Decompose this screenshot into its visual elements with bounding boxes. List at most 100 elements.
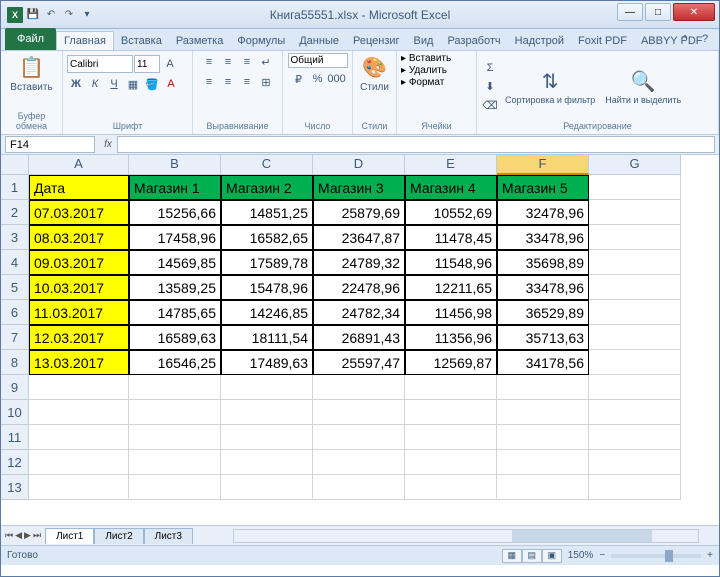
cell[interactable]: 15256,66 xyxy=(129,200,221,225)
cell[interactable] xyxy=(313,450,405,475)
tab-formulas[interactable]: Формулы xyxy=(230,32,292,50)
cell[interactable]: 16546,25 xyxy=(129,350,221,375)
sheet-prev-icon[interactable]: ◀ xyxy=(15,530,22,541)
find-select-button[interactable]: 🔍 Найти и выделить xyxy=(601,67,685,107)
comma-icon[interactable]: 000 xyxy=(328,70,346,88)
formula-input[interactable] xyxy=(117,136,715,153)
bold-button[interactable]: Ж xyxy=(67,75,85,93)
tab-developer[interactable]: Разработч xyxy=(440,32,507,50)
cell[interactable] xyxy=(589,375,681,400)
align-bottom-icon[interactable]: ≡ xyxy=(238,53,256,71)
worksheet-grid[interactable]: A B C D E F G 1ДатаМагазин 1Магазин 2Маг… xyxy=(1,155,719,525)
cell[interactable] xyxy=(497,475,589,500)
cell[interactable] xyxy=(405,475,497,500)
file-tab[interactable]: Файл xyxy=(5,28,56,50)
qat-dropdown-icon[interactable]: ▾ xyxy=(79,7,95,23)
align-top-icon[interactable]: ≡ xyxy=(200,53,218,71)
zoom-slider[interactable] xyxy=(611,554,701,558)
font-color-button[interactable]: A xyxy=(162,75,180,93)
col-header-C[interactable]: C xyxy=(221,155,313,175)
cell[interactable] xyxy=(589,250,681,275)
number-format-select[interactable] xyxy=(288,53,348,68)
redo-icon[interactable]: ↷ xyxy=(61,7,77,23)
col-header-E[interactable]: E xyxy=(405,155,497,175)
cell[interactable]: Дата xyxy=(29,175,129,200)
cell[interactable] xyxy=(313,475,405,500)
col-header-A[interactable]: A xyxy=(29,155,129,175)
align-middle-icon[interactable]: ≡ xyxy=(219,53,237,71)
sort-filter-button[interactable]: ⇅ Сортировка и фильтр xyxy=(501,67,599,107)
fill-color-button[interactable]: 🪣 xyxy=(143,75,161,93)
cell[interactable] xyxy=(405,450,497,475)
cell[interactable]: 13589,25 xyxy=(129,275,221,300)
cell[interactable]: 18111,54 xyxy=(221,325,313,350)
cell[interactable]: 17489,63 xyxy=(221,350,313,375)
cell[interactable]: 11548,96 xyxy=(405,250,497,275)
cell[interactable] xyxy=(29,400,129,425)
cell[interactable]: 33478,96 xyxy=(497,275,589,300)
italic-button[interactable]: К xyxy=(86,75,104,93)
clear-icon[interactable]: ⌫ xyxy=(481,97,499,115)
minimize-button[interactable]: — xyxy=(617,3,643,21)
tab-data[interactable]: Данные xyxy=(292,32,346,50)
row-header[interactable]: 8 xyxy=(1,350,29,375)
col-header-F[interactable]: F xyxy=(497,155,589,175)
merge-icon[interactable]: ⊞ xyxy=(257,73,275,91)
cell[interactable]: Магазин 4 xyxy=(405,175,497,200)
fx-icon[interactable]: fx xyxy=(99,139,117,150)
cell[interactable]: 35698,89 xyxy=(497,250,589,275)
cell[interactable]: 12.03.2017 xyxy=(29,325,129,350)
horizontal-scrollbar[interactable] xyxy=(233,529,699,543)
cell[interactable]: 15478,96 xyxy=(221,275,313,300)
cell[interactable] xyxy=(589,300,681,325)
row-header[interactable]: 4 xyxy=(1,250,29,275)
cell[interactable]: 10552,69 xyxy=(405,200,497,225)
cell[interactable]: 14785,65 xyxy=(129,300,221,325)
tab-view[interactable]: Вид xyxy=(407,32,441,50)
font-size-select[interactable] xyxy=(134,55,160,73)
cell[interactable] xyxy=(129,450,221,475)
cell[interactable]: 35713,63 xyxy=(497,325,589,350)
delete-button[interactable]: ▸ Удалить xyxy=(401,65,447,76)
row-header[interactable]: 5 xyxy=(1,275,29,300)
row-header[interactable]: 6 xyxy=(1,300,29,325)
cell[interactable] xyxy=(29,475,129,500)
cell[interactable]: Магазин 3 xyxy=(313,175,405,200)
increase-font-icon[interactable]: A xyxy=(161,55,179,73)
align-right-icon[interactable]: ≡ xyxy=(238,73,256,91)
tab-review[interactable]: Рецензиг xyxy=(346,32,407,50)
name-box[interactable] xyxy=(5,136,95,153)
cell[interactable] xyxy=(589,425,681,450)
cell[interactable]: 32478,96 xyxy=(497,200,589,225)
cell[interactable] xyxy=(221,425,313,450)
cell[interactable] xyxy=(129,400,221,425)
insert-button[interactable]: ▸ Вставить xyxy=(401,53,451,64)
cell[interactable] xyxy=(405,400,497,425)
save-icon[interactable]: 💾 xyxy=(25,7,41,23)
tab-foxit[interactable]: Foxit PDF xyxy=(571,32,634,50)
row-header[interactable]: 13 xyxy=(1,475,29,500)
cell[interactable]: 34178,56 xyxy=(497,350,589,375)
cell[interactable]: 14851,25 xyxy=(221,200,313,225)
hscroll-thumb[interactable] xyxy=(512,530,651,542)
cell[interactable] xyxy=(497,375,589,400)
cell[interactable] xyxy=(313,425,405,450)
cell[interactable] xyxy=(589,175,681,200)
cell[interactable] xyxy=(29,425,129,450)
cell[interactable] xyxy=(221,400,313,425)
cell[interactable]: 16589,63 xyxy=(129,325,221,350)
cell[interactable]: 12569,87 xyxy=(405,350,497,375)
cell[interactable]: 07.03.2017 xyxy=(29,200,129,225)
sheet-first-icon[interactable]: ⏮ xyxy=(5,530,13,541)
zoom-in-icon[interactable]: + xyxy=(707,550,713,561)
cell[interactable]: 24789,32 xyxy=(313,250,405,275)
cell[interactable]: 11.03.2017 xyxy=(29,300,129,325)
sheet-last-icon[interactable]: ⏭ xyxy=(33,530,41,541)
cell[interactable] xyxy=(313,375,405,400)
cell[interactable]: 10.03.2017 xyxy=(29,275,129,300)
cell[interactable] xyxy=(497,425,589,450)
cell[interactable] xyxy=(589,400,681,425)
tab-insert[interactable]: Вставка xyxy=(114,32,169,50)
col-header-B[interactable]: B xyxy=(129,155,221,175)
cell[interactable] xyxy=(589,325,681,350)
